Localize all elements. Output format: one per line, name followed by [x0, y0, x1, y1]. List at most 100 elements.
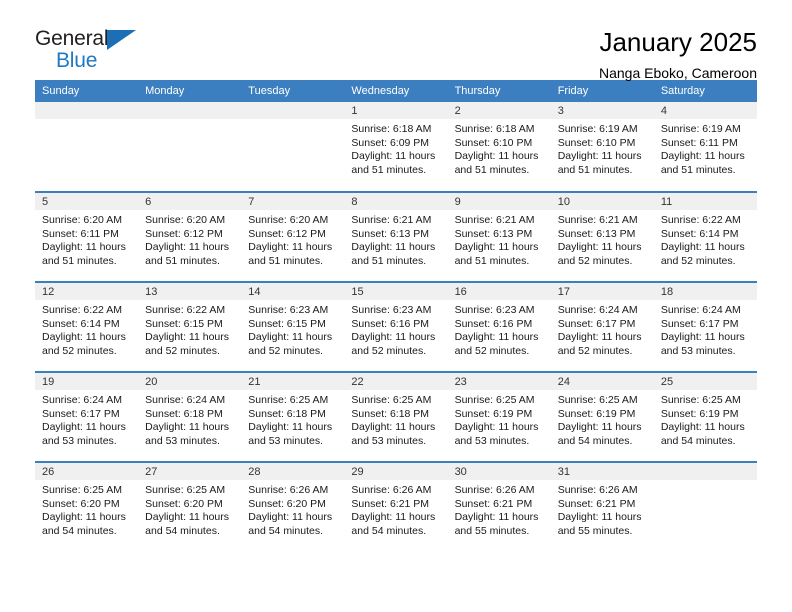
day-cell[interactable]: 19 Sunrise: 6:24 AM Sunset: 6:17 PM Dayl… — [35, 371, 139, 462]
day-cell[interactable]: 1 Sunrise: 6:18 AM Sunset: 6:09 PM Dayli… — [344, 102, 448, 192]
sunrise-text: Sunrise: 6:24 AM — [145, 394, 226, 406]
day-details: Sunrise: 6:25 AM Sunset: 6:18 PM Dayligh… — [344, 390, 447, 448]
sunrise-text: Sunrise: 6:21 AM — [454, 214, 535, 226]
sunrise-text: Sunrise: 6:24 AM — [660, 304, 741, 316]
day-cell[interactable]: 22 Sunrise: 6:25 AM Sunset: 6:18 PM Dayl… — [344, 371, 448, 462]
day-cell[interactable]: 15 Sunrise: 6:23 AM Sunset: 6:16 PM Dayl… — [344, 281, 448, 372]
calendar-header-row: Sunday Monday Tuesday Wednesday Thursday… — [35, 80, 757, 102]
daylight-text-line2: and 51 minutes. — [557, 163, 633, 176]
day-details: Sunrise: 6:18 AM Sunset: 6:09 PM Dayligh… — [344, 119, 447, 177]
day-cell[interactable]: 20 Sunrise: 6:24 AM Sunset: 6:18 PM Dayl… — [138, 371, 242, 462]
daylight-text-line1: Daylight: 11 hours — [248, 511, 333, 523]
day-number: 30 — [447, 463, 551, 480]
day-cell[interactable]: 7 Sunrise: 6:20 AM Sunset: 6:12 PM Dayli… — [241, 191, 345, 282]
day-cell[interactable]: 8 Sunrise: 6:21 AM Sunset: 6:13 PM Dayli… — [344, 191, 448, 282]
page-header: General Blue January 2025 Nanga Eboko, C… — [35, 0, 757, 81]
day-details: Sunrise: 6:25 AM Sunset: 6:19 PM Dayligh… — [448, 390, 551, 448]
day-cell[interactable]: 11 Sunrise: 6:22 AM Sunset: 6:14 PM Dayl… — [653, 191, 757, 282]
sunset-text: Sunset: 6:19 PM — [454, 407, 533, 420]
day-details: Sunrise: 6:25 AM Sunset: 6:18 PM Dayligh… — [241, 390, 344, 448]
day-details: Sunrise: 6:24 AM Sunset: 6:18 PM Dayligh… — [138, 390, 241, 448]
day-cell[interactable]: 18 Sunrise: 6:24 AM Sunset: 6:17 PM Dayl… — [653, 281, 757, 372]
day-cell[interactable]: 26 Sunrise: 6:25 AM Sunset: 6:20 PM Dayl… — [35, 461, 139, 552]
calendar-table: Sunday Monday Tuesday Wednesday Thursday… — [35, 80, 757, 552]
daylight-text-line2: and 52 minutes. — [42, 344, 117, 357]
day-cell[interactable]: 28 Sunrise: 6:26 AM Sunset: 6:20 PM Dayl… — [241, 461, 345, 552]
day-number: 5 — [35, 193, 139, 210]
sunrise-text: Sunrise: 6:26 AM — [351, 484, 432, 496]
day-cell[interactable]: 23 Sunrise: 6:25 AM Sunset: 6:19 PM Dayl… — [447, 371, 551, 462]
day-details: Sunrise: 6:24 AM Sunset: 6:17 PM Dayligh… — [35, 390, 138, 448]
sunrise-text: Sunrise: 6:18 AM — [351, 123, 432, 135]
day-details: Sunrise: 6:19 AM Sunset: 6:11 PM Dayligh… — [654, 119, 757, 177]
day-cell[interactable]: 6 Sunrise: 6:20 AM Sunset: 6:12 PM Dayli… — [138, 191, 242, 282]
sunrise-text: Sunrise: 6:26 AM — [248, 484, 329, 496]
day-number — [35, 102, 139, 119]
daylight-text-line2: and 51 minutes. — [454, 254, 530, 267]
sunset-text: Sunset: 6:12 PM — [145, 227, 223, 240]
day-cell[interactable]: 31 Sunrise: 6:26 AM Sunset: 6:21 PM Dayl… — [550, 461, 654, 552]
daylight-text-line2: and 52 minutes. — [557, 254, 633, 267]
sunrise-text: Sunrise: 6:25 AM — [660, 394, 741, 406]
calendar-page: General Blue January 2025 Nanga Eboko, C… — [0, 0, 792, 612]
daylight-text-line1: Daylight: 11 hours — [351, 331, 436, 343]
daylight-text-line1: Daylight: 11 hours — [145, 421, 229, 433]
day-cell[interactable]: 30 Sunrise: 6:26 AM Sunset: 6:21 PM Dayl… — [447, 461, 551, 552]
column-header-friday: Friday — [550, 80, 654, 102]
sunrise-text: Sunrise: 6:26 AM — [557, 484, 638, 496]
sunset-text: Sunset: 6:18 PM — [145, 407, 223, 420]
sunset-text: Sunset: 6:12 PM — [248, 227, 326, 240]
day-cell[interactable]: 24 Sunrise: 6:25 AM Sunset: 6:19 PM Dayl… — [550, 371, 654, 462]
day-cell[interactable]: 10 Sunrise: 6:21 AM Sunset: 6:13 PM Dayl… — [550, 191, 654, 282]
sunset-text: Sunset: 6:11 PM — [42, 227, 119, 240]
sunset-text: Sunset: 6:17 PM — [557, 317, 636, 330]
day-details: Sunrise: 6:25 AM Sunset: 6:19 PM Dayligh… — [551, 390, 654, 448]
day-number: 19 — [35, 373, 139, 390]
sunset-text: Sunset: 6:20 PM — [248, 497, 326, 510]
day-number: 7 — [241, 193, 345, 210]
day-details: Sunrise: 6:24 AM Sunset: 6:17 PM Dayligh… — [654, 300, 757, 358]
day-cell[interactable]: 27 Sunrise: 6:25 AM Sunset: 6:20 PM Dayl… — [138, 461, 242, 552]
daylight-text-line1: Daylight: 11 hours — [454, 150, 539, 162]
day-number — [241, 102, 345, 119]
daylight-text-line2: and 55 minutes. — [557, 524, 633, 537]
day-cell[interactable]: 13 Sunrise: 6:22 AM Sunset: 6:15 PM Dayl… — [138, 281, 242, 372]
sunrise-text: Sunrise: 6:25 AM — [145, 484, 226, 496]
day-number — [653, 463, 757, 480]
day-cell[interactable]: 17 Sunrise: 6:24 AM Sunset: 6:17 PM Dayl… — [550, 281, 654, 372]
sunset-text: Sunset: 6:18 PM — [248, 407, 326, 420]
sunset-text: Sunset: 6:19 PM — [557, 407, 636, 420]
day-number: 13 — [138, 283, 242, 300]
day-cell[interactable]: 21 Sunrise: 6:25 AM Sunset: 6:18 PM Dayl… — [241, 371, 345, 462]
day-cell[interactable]: 14 Sunrise: 6:23 AM Sunset: 6:15 PM Dayl… — [241, 281, 345, 372]
day-cell[interactable]: 12 Sunrise: 6:22 AM Sunset: 6:14 PM Dayl… — [35, 281, 139, 372]
daylight-text-line2: and 53 minutes. — [145, 434, 220, 447]
daylight-text-line1: Daylight: 11 hours — [454, 511, 539, 523]
generalblue-logo[interactable]: General Blue — [35, 28, 145, 74]
day-cell[interactable]: 2 Sunrise: 6:18 AM Sunset: 6:10 PM Dayli… — [447, 102, 551, 192]
day-number: 10 — [550, 193, 654, 210]
day-cell-empty — [35, 102, 139, 192]
day-cell[interactable]: 4 Sunrise: 6:19 AM Sunset: 6:11 PM Dayli… — [653, 102, 757, 192]
week-row: 26 Sunrise: 6:25 AM Sunset: 6:20 PM Dayl… — [35, 461, 757, 552]
sunrise-text: Sunrise: 6:26 AM — [454, 484, 535, 496]
day-number: 14 — [241, 283, 345, 300]
day-details: Sunrise: 6:18 AM Sunset: 6:10 PM Dayligh… — [448, 119, 551, 177]
day-cell[interactable]: 29 Sunrise: 6:26 AM Sunset: 6:21 PM Dayl… — [344, 461, 448, 552]
day-details: Sunrise: 6:21 AM Sunset: 6:13 PM Dayligh… — [551, 210, 654, 268]
day-number: 22 — [344, 373, 448, 390]
day-number: 4 — [653, 102, 757, 119]
sunset-text: Sunset: 6:10 PM — [557, 136, 636, 149]
day-cell[interactable]: 5 Sunrise: 6:20 AM Sunset: 6:11 PM Dayli… — [35, 191, 139, 282]
week-row: 5 Sunrise: 6:20 AM Sunset: 6:11 PM Dayli… — [35, 191, 757, 282]
daylight-text-line2: and 54 minutes. — [42, 524, 117, 537]
day-cell[interactable]: 9 Sunrise: 6:21 AM Sunset: 6:13 PM Dayli… — [447, 191, 551, 282]
sunset-text: Sunset: 6:21 PM — [557, 497, 636, 510]
day-number: 25 — [653, 373, 757, 390]
day-cell[interactable]: 3 Sunrise: 6:19 AM Sunset: 6:10 PM Dayli… — [550, 102, 654, 192]
sunrise-text: Sunrise: 6:25 AM — [351, 394, 432, 406]
day-cell[interactable]: 16 Sunrise: 6:23 AM Sunset: 6:16 PM Dayl… — [447, 281, 551, 372]
day-details: Sunrise: 6:23 AM Sunset: 6:16 PM Dayligh… — [344, 300, 447, 358]
daylight-text-line2: and 51 minutes. — [351, 254, 427, 267]
day-cell[interactable]: 25 Sunrise: 6:25 AM Sunset: 6:19 PM Dayl… — [653, 371, 757, 462]
